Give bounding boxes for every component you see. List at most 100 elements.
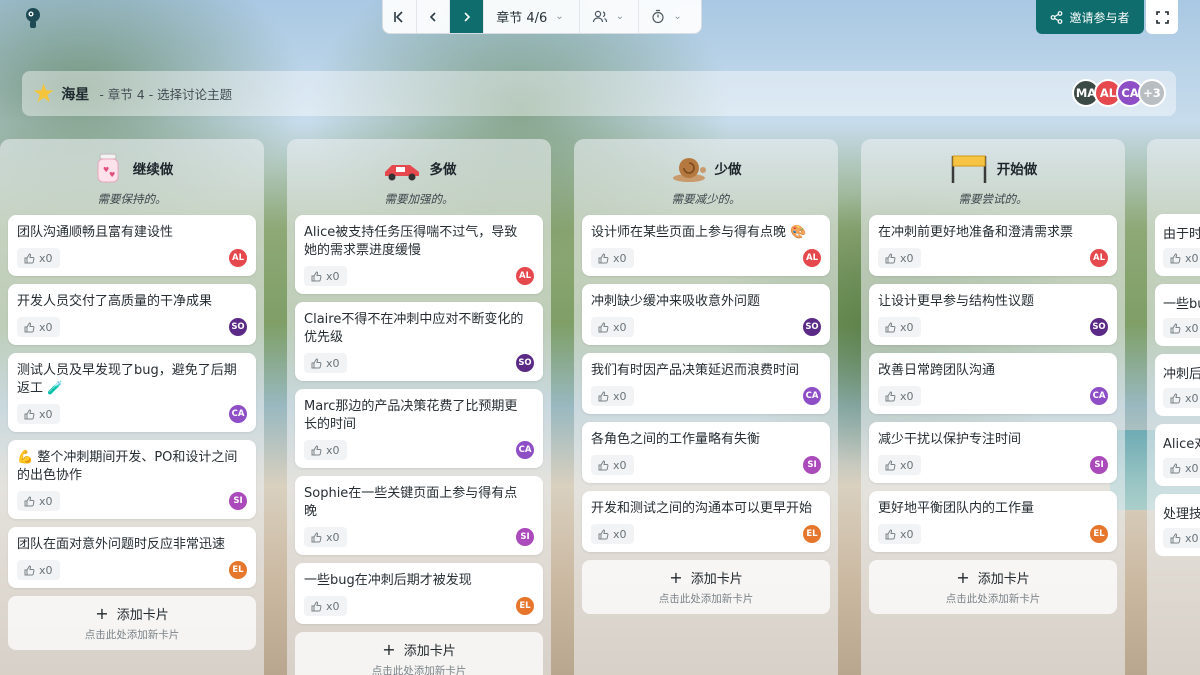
retro-card[interactable]: 改善日常跨团队沟通 x0 CA (869, 353, 1117, 414)
add-card-button[interactable]: + 添加卡片 点击此处添加新卡片 (8, 596, 256, 650)
retro-card[interactable]: Alice被支持任务压得喘不过气，导致她的需求票进度缓慢 x0 AL (295, 215, 543, 294)
like-count: x0 (1185, 461, 1199, 475)
retro-card[interactable]: 更好地平衡团队内的工作量 x0 EL (869, 491, 1117, 552)
like-button[interactable]: x0 (304, 266, 347, 286)
like-count: x0 (613, 527, 627, 541)
author-badge: EL (1090, 525, 1108, 543)
like-count: x0 (326, 443, 340, 457)
timer-dropdown[interactable]: ⌄ (639, 0, 701, 33)
thumbs-up-icon (598, 459, 609, 470)
start-banner-icon (951, 155, 986, 183)
fullscreen-icon (1155, 10, 1169, 24)
retro-card[interactable]: 开发人员交付了高质量的干净成果 x0 SO (8, 284, 256, 345)
plus-icon: + (669, 568, 683, 587)
like-button[interactable]: x0 (304, 527, 347, 547)
author-badge: SI (803, 456, 821, 474)
column-title: 多做 (429, 162, 457, 178)
like-button[interactable]: x0 (1163, 528, 1200, 548)
page-title: 海星 (61, 86, 90, 103)
like-button[interactable]: x0 (591, 386, 634, 406)
like-count: x0 (900, 527, 914, 541)
retro-card[interactable]: 让设计更早参与结构性议题 x0 SO (869, 284, 1117, 345)
like-button[interactable]: x0 (17, 560, 60, 580)
retro-card[interactable]: 团队沟通顺畅且富有建设性 x0 AL (8, 215, 256, 276)
like-button[interactable]: x0 (1163, 248, 1200, 268)
card-text: Claire不得不在冲刺中应对不断变化的优先级 (304, 312, 524, 345)
like-count: x0 (39, 494, 53, 508)
retro-card[interactable]: Claire不得不在冲刺中应对不断变化的优先级 x0 SO (295, 302, 543, 381)
add-card-button[interactable]: + 添加卡片 点击此处添加新卡片 (295, 632, 543, 675)
thumbs-up-icon (598, 252, 609, 263)
like-button[interactable]: x0 (878, 455, 921, 475)
participants-dropdown[interactable]: ⌄ (580, 0, 640, 33)
card-text: 💪 整个冲刺期间开发、PO和设计之间的出色协作 (17, 450, 238, 483)
retro-card[interactable]: 💪 整个冲刺期间开发、PO和设计之间的出色协作 x0 SI (8, 440, 256, 519)
retro-card[interactable]: 处理技 x0 (1155, 494, 1200, 556)
chapter-select[interactable]: 章节 4/6 ⌄ (484, 0, 580, 33)
previous-chapter-button[interactable] (417, 0, 451, 33)
add-card-button[interactable]: + 添加卡片 点击此处添加新卡片 (869, 560, 1117, 614)
retro-card[interactable]: 一些bu x0 (1155, 284, 1200, 346)
card-text: 冲刺后 (1163, 367, 1200, 382)
card-text: 减少干扰以保护专注时间 (878, 432, 1022, 447)
like-button[interactable]: x0 (878, 248, 921, 268)
retro-card[interactable]: 一些bug在冲刺后期才被发现 x0 EL (295, 563, 543, 624)
svg-text:♥: ♥ (109, 171, 115, 179)
column-description: 需要减少的。 (671, 192, 741, 206)
fullscreen-button[interactable] (1146, 0, 1178, 34)
retro-card[interactable]: Alice对 x0 (1155, 424, 1200, 486)
like-button[interactable]: x0 (17, 317, 60, 337)
like-button[interactable]: x0 (1163, 318, 1200, 338)
retro-card[interactable]: 冲刺后 x0 (1155, 354, 1200, 416)
thumbs-up-icon (24, 252, 35, 263)
thumbs-up-icon (885, 459, 896, 470)
like-button[interactable]: x0 (1163, 458, 1200, 478)
like-button[interactable]: x0 (591, 248, 634, 268)
card-text: Marc那边的产品决策花费了比预期更长的时间 (304, 399, 518, 432)
column-do-less: 少做 需要减少的。 设计师在某些页面上参与得有点晚 🎨 x0 AL 冲刺缺少缓冲来吸收… (574, 139, 838, 675)
like-button[interactable]: x0 (17, 248, 60, 268)
author-badge: SI (229, 492, 247, 510)
retro-card[interactable]: 测试人员及早发现了bug，避免了后期返工 🧪 x0 CA (8, 353, 256, 432)
retro-card[interactable]: Sophie在一些关键页面上参与得有点晚 x0 SI (295, 476, 543, 555)
like-button[interactable]: x0 (304, 440, 347, 460)
card-text: 更好地平衡团队内的工作量 (878, 501, 1035, 516)
retro-card[interactable]: 在冲刺前更好地准备和澄清需求票 x0 AL (869, 215, 1117, 276)
retro-card[interactable]: 设计师在某些页面上参与得有点晚 🎨 x0 AL (582, 215, 830, 276)
like-button[interactable]: x0 (591, 524, 634, 544)
first-chapter-button[interactable] (383, 0, 417, 33)
avatar[interactable]: +3 (1138, 79, 1166, 107)
card-text: 冲刺缺少缓冲来吸收意外问题 (591, 294, 761, 309)
add-card-hint: 点击此处添加新卡片 (658, 593, 754, 605)
retro-card[interactable]: Marc那边的产品决策花费了比预期更长的时间 x0 CA (295, 389, 543, 468)
retro-card[interactable]: 我们有时因产品决策延迟而浪费时间 x0 CA (582, 353, 830, 414)
like-button[interactable]: x0 (304, 596, 347, 616)
like-button[interactable]: x0 (17, 404, 60, 424)
author-badge: EL (516, 597, 534, 615)
retro-card[interactable]: 由于时 x0 (1155, 214, 1200, 276)
like-button[interactable]: x0 (878, 524, 921, 544)
author-badge: SO (516, 354, 534, 372)
participant-avatars[interactable]: MA AL CA +3 (1072, 79, 1166, 107)
retro-card[interactable]: 冲刺缺少缓冲来吸收意外问题 x0 SO (582, 284, 830, 345)
retro-card[interactable]: 减少干扰以保护专注时间 x0 SI (869, 422, 1117, 483)
add-card-label: 添加卡片 (690, 572, 743, 587)
add-card-button[interactable]: + 添加卡片点击此处添加新卡片 (582, 560, 830, 614)
next-chapter-button[interactable] (450, 0, 485, 33)
like-button[interactable]: x0 (591, 317, 634, 337)
retro-card[interactable]: 开发和测试之间的沟通本可以更早开始 x0 EL (582, 491, 830, 552)
column-description: 需要加强的。 (384, 192, 454, 206)
invite-participants-button[interactable]: 邀请参与者 (1036, 0, 1144, 34)
retro-card[interactable]: 团队在面对意外问题时反应非常迅速 x0 EL (8, 527, 256, 588)
author-badge: CA (229, 405, 247, 423)
like-button[interactable]: x0 (878, 386, 921, 406)
card-text: 测试人员及早发现了bug，避免了后期返工 🧪 (17, 363, 237, 396)
like-button[interactable]: x0 (591, 455, 634, 475)
like-button[interactable]: x0 (17, 491, 60, 511)
like-count: x0 (326, 269, 340, 283)
retro-card[interactable]: 各角色之间的工作量略有失衡 x0 SI (582, 422, 830, 483)
like-button[interactable]: x0 (1163, 388, 1200, 408)
like-button[interactable]: x0 (878, 317, 921, 337)
skip-back-icon (394, 11, 403, 23)
like-button[interactable]: x0 (304, 353, 347, 373)
